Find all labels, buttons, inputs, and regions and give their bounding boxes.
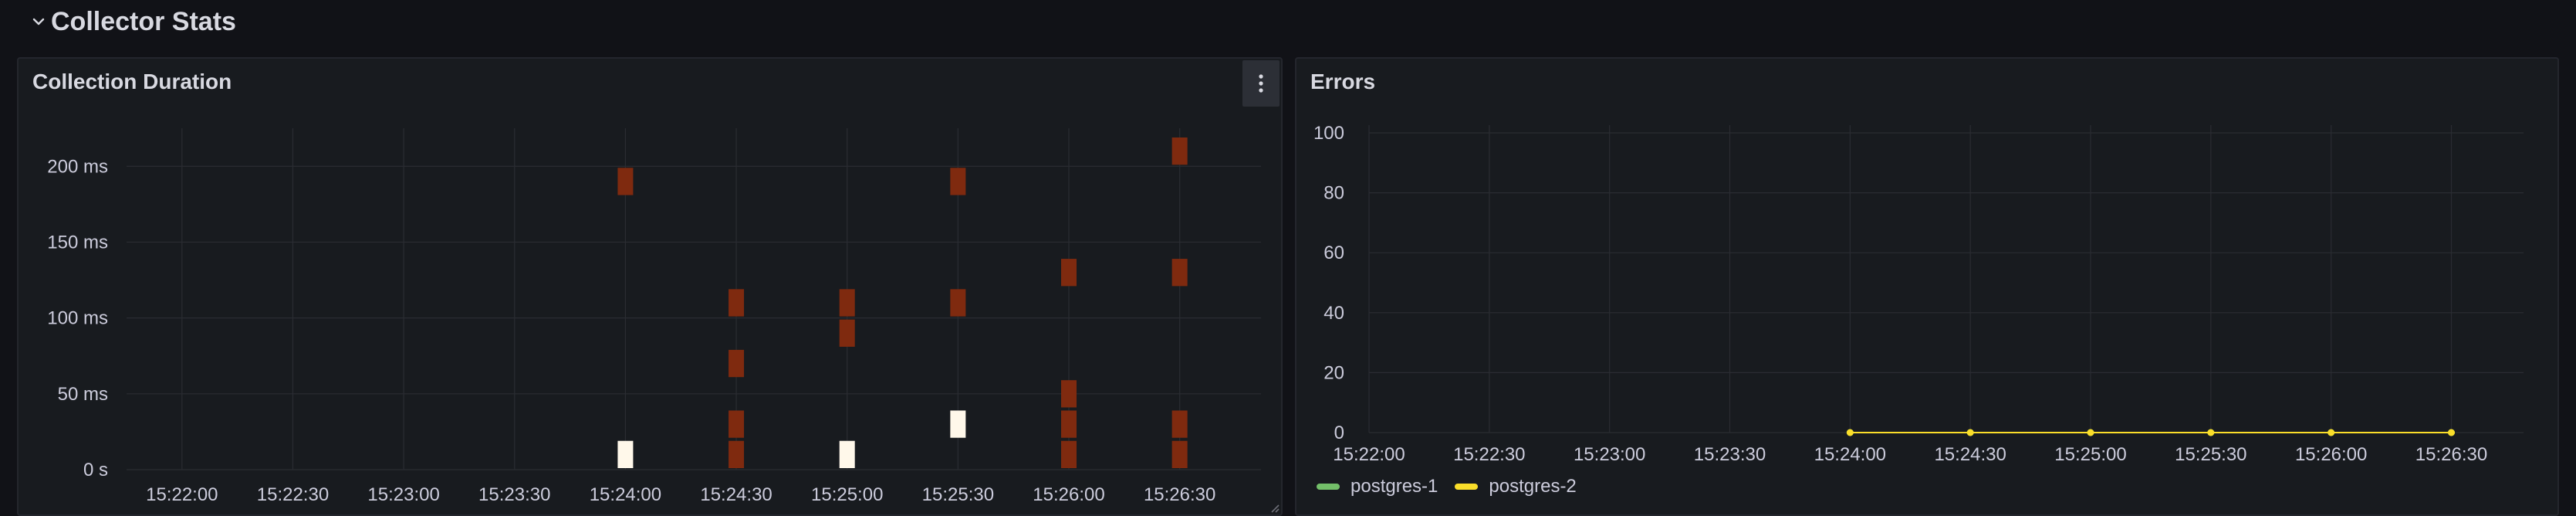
x-tick-label: 15:24:00 — [590, 484, 661, 505]
x-tick-label: 15:24:30 — [1934, 444, 2006, 465]
resize-handle-icon[interactable] — [1269, 502, 1280, 513]
data-point-postgres-2[interactable] — [2087, 429, 2094, 436]
y-tick-label: 100 — [1313, 123, 1344, 144]
errors-panel: Errors 0 20 40 60 80 100 15:22:00 15:22:30 15:23… — [1295, 57, 2559, 516]
heatmap-cell[interactable] — [729, 289, 745, 317]
heatmap-cell[interactable] — [839, 289, 855, 317]
y-tick-label: 200 ms — [47, 156, 108, 177]
y-tick-label: 60 — [1323, 243, 1344, 263]
x-tick-label: 15:22:00 — [1333, 444, 1405, 465]
chart-legend: postgres-1 postgres-2 — [1317, 476, 1594, 497]
heatmap-cell[interactable] — [839, 440, 855, 468]
y-tick-label: 80 — [1323, 183, 1344, 204]
heatmap-cell[interactable] — [950, 289, 966, 317]
legend-item-postgres-2[interactable]: postgres-2 — [1455, 476, 1577, 497]
y-tick-label: 20 — [1323, 362, 1344, 383]
heatmap-cell[interactable] — [1061, 259, 1077, 287]
heatmap-cell[interactable] — [1061, 440, 1077, 468]
data-point-postgres-2[interactable] — [2207, 429, 2215, 436]
x-tick-label: 15:23:00 — [367, 484, 439, 505]
heatmap-cell[interactable] — [1171, 259, 1188, 287]
heatmap-cell[interactable] — [1171, 137, 1188, 165]
y-tick-label: 0 s — [83, 460, 108, 480]
heatmap-cell[interactable] — [617, 440, 634, 468]
legend-swatch — [1455, 484, 1479, 490]
x-tick-label: 15:25:00 — [811, 484, 883, 505]
heatmap-cell[interactable] — [1171, 440, 1188, 468]
x-tick-label: 15:23:00 — [1574, 444, 1645, 465]
data-point-postgres-2[interactable] — [1846, 429, 1854, 436]
x-tick-label: 15:22:00 — [146, 484, 218, 505]
heatmap-cell[interactable] — [950, 168, 966, 195]
x-tick-label: 15:26:00 — [2295, 444, 2367, 465]
heatmap-chart: 0 s 50 ms 100 ms 150 ms 200 ms 15:22:00 15:22:… — [47, 128, 1261, 505]
x-tick-label: 15:24:30 — [700, 484, 772, 505]
x-tick-label: 15:23:30 — [1694, 444, 1766, 465]
data-point-postgres-2[interactable] — [2448, 429, 2455, 436]
chevron-down-icon[interactable] — [29, 12, 48, 31]
x-tick-label: 15:26:30 — [2415, 444, 2487, 465]
x-tick-label: 15:23:30 — [478, 484, 550, 505]
data-point-postgres-2[interactable] — [1966, 429, 1974, 436]
collection-duration-panel: Collection Duration 0 s 50 ms 100 ms 150 ms… — [17, 57, 1283, 516]
heatmap-cell[interactable] — [617, 168, 634, 195]
heatmap-cell[interactable] — [1061, 410, 1077, 438]
legend-label: postgres-2 — [1489, 476, 1577, 497]
heatmap-cell[interactable] — [729, 410, 745, 438]
heatmap-cell[interactable] — [1061, 380, 1077, 408]
row-title[interactable]: Collector Stats — [51, 3, 236, 40]
y-tick-label: 100 ms — [47, 308, 108, 329]
x-tick-label: 15:25:30 — [2175, 444, 2246, 465]
y-tick-label: 150 ms — [47, 232, 108, 253]
row-header: Collector Stats — [0, 0, 2576, 46]
x-tick-label: 15:26:00 — [1033, 484, 1104, 505]
heatmap-cell[interactable] — [729, 349, 745, 378]
x-tick-label: 15:24:00 — [1814, 444, 1886, 465]
x-tick-label: 15:26:30 — [1144, 484, 1215, 505]
legend-item-postgres-1[interactable]: postgres-1 — [1317, 476, 1438, 497]
heatmap-cell[interactable] — [1171, 410, 1188, 438]
x-tick-label: 15:25:00 — [2054, 444, 2126, 465]
legend-swatch — [1317, 484, 1340, 490]
heatmap-cell[interactable] — [839, 319, 855, 347]
heatmap-cell[interactable] — [729, 440, 745, 468]
heatmap-cell[interactable] — [950, 410, 966, 438]
x-tick-label: 15:25:30 — [922, 484, 994, 505]
y-tick-label: 40 — [1323, 303, 1344, 324]
y-tick-label: 0 — [1334, 423, 1344, 443]
x-tick-label: 15:22:30 — [257, 484, 329, 505]
errors-line-chart: 0 20 40 60 80 100 15:22:00 15:22:30 15:23:00 15:2… — [1313, 123, 2524, 465]
x-tick-label: 15:22:30 — [1453, 444, 1525, 465]
y-tick-label: 50 ms — [58, 384, 108, 405]
legend-label: postgres-1 — [1351, 476, 1438, 497]
data-point-postgres-2[interactable] — [2328, 429, 2335, 436]
